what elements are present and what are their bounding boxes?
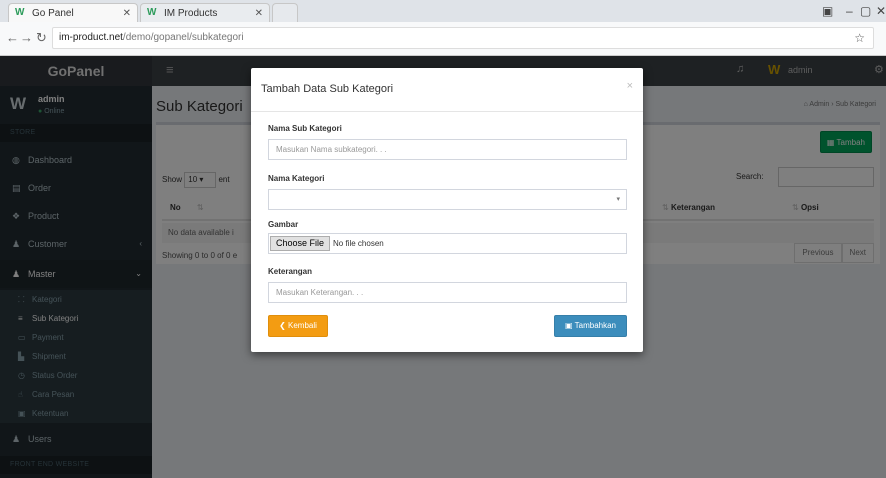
url-host: im-product.net (59, 32, 123, 43)
maximize-icon[interactable]: ▢ (860, 4, 871, 18)
nama-kategori-select[interactable]: ▾ (268, 189, 627, 210)
nama-sub-kategori-label: Nama Sub Kategori (268, 124, 342, 133)
keterangan-label: Keterangan (268, 267, 313, 276)
file-status: No file chosen (333, 239, 384, 248)
favicon-icon: W (147, 7, 157, 18)
address-bar: ← → ↻ ⓘim-product.net/demo/gopanel/subka… (0, 22, 886, 168)
back-button[interactable]: ❮ Kembali (268, 315, 328, 337)
close-window-icon[interactable]: ✕ (876, 4, 886, 18)
modal-title: Tambah Data Sub Kategori (261, 83, 394, 95)
favicon-icon: W (15, 7, 25, 18)
back-button-label: Kembali (288, 321, 317, 330)
save-button-label: Tambahkan (574, 321, 616, 330)
add-subcategory-modal: Tambah Data Sub Kategori × Nama Sub Kate… (251, 68, 643, 352)
new-tab-button[interactable] (272, 3, 298, 22)
save-icon: ▣ (565, 321, 573, 330)
gambar-label: Gambar (268, 220, 299, 229)
tab-close-icon[interactable]: ✕ (123, 8, 131, 19)
nama-sub-kategori-input[interactable]: Masukan Nama subkategori. . . (268, 139, 627, 160)
tab-close-icon[interactable]: ✕ (255, 8, 263, 19)
tab-label: Go Panel (32, 7, 74, 19)
caret-down-icon: ▾ (616, 196, 620, 203)
browser-tabbar: W Go Panel ✕ W IM Products ✕ ▣ – ▢ ✕ (0, 0, 886, 22)
back-arrow-icon[interactable]: ← (6, 30, 19, 45)
keterangan-input[interactable]: Masukan Keterangan. . . (268, 282, 627, 303)
reload-icon[interactable]: ↻ (36, 30, 47, 46)
minimize-icon[interactable]: – (846, 4, 853, 18)
choose-file-button[interactable]: Choose File (270, 236, 331, 251)
gambar-file-input[interactable]: Choose File No file chosen (268, 233, 627, 254)
chevron-left-icon: ❮ (279, 321, 286, 330)
close-icon[interactable]: × (627, 80, 633, 92)
nama-kategori-label: Nama Kategori (268, 174, 325, 183)
tab-label: IM Products (164, 7, 218, 19)
bookmark-star-icon[interactable]: ☆ (854, 28, 865, 48)
modal-header: Tambah Data Sub Kategori × (251, 68, 643, 112)
browser-tab-improducts[interactable]: W IM Products ✕ (140, 3, 270, 22)
url-input[interactable]: ⓘim-product.net/demo/gopanel/subkategori… (52, 27, 874, 168)
profile-icon[interactable]: ▣ (822, 4, 833, 18)
forward-arrow-icon[interactable]: → (20, 30, 33, 45)
browser-tab-gopanel[interactable]: W Go Panel ✕ (8, 3, 138, 22)
save-button[interactable]: ▣ Tambahkan (554, 315, 627, 337)
url-path: /demo/gopanel/subkategori (122, 32, 244, 43)
